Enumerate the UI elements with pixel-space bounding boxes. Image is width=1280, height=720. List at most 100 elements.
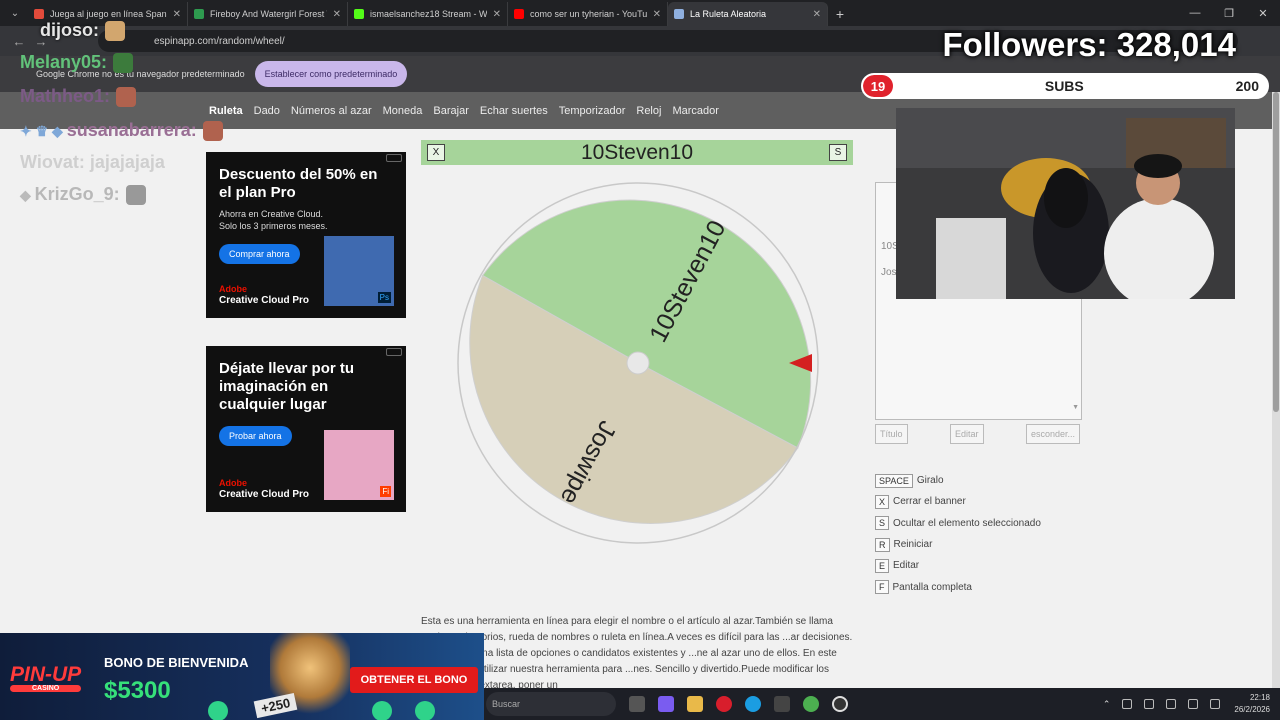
emote-icon (202, 121, 223, 142)
coin-icon (372, 701, 392, 720)
ad-banner-2[interactable]: Déjate llevar por tu imaginación en cual… (206, 346, 406, 512)
nav-numeros[interactable]: Números al azar (291, 105, 372, 117)
store-icon[interactable] (774, 696, 790, 712)
shortcut-key: E (875, 558, 890, 573)
tab-search-chevron-icon[interactable]: ⌄ (4, 2, 26, 24)
chat-username: susanabarrera: (66, 120, 197, 140)
close-icon[interactable]: ✕ (333, 9, 341, 20)
tab-4[interactable]: como ser un tyherian - YouTube ✕ (508, 2, 668, 26)
shortcut-label: Reiniciar (893, 539, 933, 551)
file-explorer-icon[interactable] (687, 696, 703, 712)
volume-icon[interactable] (1188, 699, 1199, 709)
hide-selected-button[interactable]: S (829, 144, 847, 161)
nav-dado[interactable]: Dado (254, 105, 280, 117)
scroll-down-icon[interactable]: ▼ (1072, 404, 1079, 411)
nav-temporizador[interactable]: Temporizador (559, 105, 626, 117)
tab-3[interactable]: ismaelsanchez18 Stream - Watc ✕ (348, 2, 508, 26)
tray-chevron-icon[interactable]: ⌃ (1103, 699, 1111, 710)
system-tray: ⌃ 22:18 26/2/2026 (1103, 688, 1270, 720)
fresco-badge: Fi (380, 486, 391, 497)
scrollbar-thumb[interactable] (1273, 92, 1279, 412)
spin-wheel[interactable]: 10Steven10 Joswipe (457, 182, 819, 544)
windows-taskbar: Buscar ⌃ 22:18 26/2/2026 (484, 688, 1280, 720)
casino-ad-banner[interactable]: PIN-UP CASINO BONO DE BIENVENIDA $5300 +2… (0, 633, 484, 720)
clock[interactable]: 22:18 26/2/2026 (1234, 692, 1270, 716)
emote-icon (105, 21, 125, 42)
nav-barajar[interactable]: Barajar (433, 105, 468, 117)
coin-icon (208, 701, 228, 720)
ad-headline: Déjate llevar por tu imaginación en cual… (219, 360, 355, 413)
ad-brand-name: Creative Cloud Pro (219, 295, 310, 306)
ad-cta-button[interactable]: Probar ahora (219, 426, 292, 446)
badge-icons: ✦ ♛ ◆ (20, 123, 67, 139)
ad-choices-icon[interactable] (386, 154, 402, 162)
tab-strip: ⌄ Juega al juego en línea Spanish ✕ Fireb… (0, 0, 1280, 26)
ad-brand: Adobe Creative Cloud Pro (219, 478, 309, 500)
claim-bonus-button[interactable]: OBTENER EL BONO (350, 667, 478, 693)
shortcut-key: SPACE (875, 473, 913, 488)
emote-icon (113, 53, 134, 74)
subs-goal-bar: 19 SUBS 200 (861, 73, 1269, 99)
nav-ruleta[interactable]: Ruleta (209, 105, 243, 117)
close-icon[interactable]: ✕ (493, 9, 501, 20)
maximize-icon[interactable]: ❐ (1212, 0, 1246, 26)
casino-amount: $5300 (104, 677, 171, 704)
ad-choices-icon[interactable] (386, 348, 402, 356)
back-arrow-icon[interactable]: ← (8, 34, 30, 49)
page-scrollbar[interactable] (1272, 92, 1280, 688)
obs-icon[interactable] (832, 696, 848, 712)
ad-headline: Descuento del 50% en el plan Pro (219, 166, 378, 201)
wheel-title: 10Steven10 (580, 140, 694, 164)
shortcut-label: Ocultar el elemento seleccionado (893, 517, 1041, 529)
photoshop-badge: Ps (377, 292, 391, 303)
set-default-button[interactable]: Establecer como predeterminado (254, 61, 408, 87)
nav-echar-suertes[interactable]: Echar suertes (480, 105, 548, 117)
followers-counter: Followers: 328,014 (942, 26, 1236, 63)
network-icon[interactable] (1122, 699, 1133, 709)
chat-username: Mathheo1: (20, 86, 110, 106)
battery-icon[interactable] (1210, 699, 1221, 709)
opera-icon[interactable] (716, 696, 732, 712)
adobe-logo-text: Adobe (219, 284, 247, 294)
close-banner-button[interactable]: X (427, 144, 445, 161)
copilot-icon[interactable] (658, 696, 674, 712)
shortcut-key: F (875, 580, 889, 595)
casino-logo-text: PIN-UP (10, 663, 82, 686)
edge-icon[interactable] (745, 696, 761, 712)
window-close-icon[interactable]: ✕ (1246, 0, 1280, 26)
nav-reloj[interactable]: Reloj (636, 105, 661, 117)
tab-2[interactable]: Fireboy And Watergirl Forest Te ✕ (188, 2, 348, 26)
microphone-icon[interactable] (1144, 699, 1155, 709)
tool-description: Esta es una herramienta en línea para el… (421, 616, 853, 691)
pinup-logo: PIN-UP CASINO (10, 663, 82, 692)
shortcut-label: Pantalla completa (892, 581, 973, 593)
subs-current: 19 (863, 75, 893, 97)
shortcut-label: Cerrar el banner (893, 496, 966, 508)
new-tab-plus-icon[interactable]: + (828, 6, 852, 22)
emote-icon (116, 87, 136, 108)
close-icon[interactable]: ✕ (813, 9, 821, 20)
webcam-feed (896, 108, 1235, 299)
taskbar-search[interactable]: Buscar (486, 692, 616, 716)
nav-moneda[interactable]: Moneda (383, 105, 423, 117)
search-placeholder: Buscar (492, 699, 521, 709)
hide-button[interactable]: esconder... (1026, 424, 1081, 444)
nav-marcador[interactable]: Marcador (672, 105, 718, 117)
close-icon[interactable]: ✕ (653, 9, 661, 20)
title-button[interactable]: Título (875, 424, 908, 444)
favicon-icon (514, 9, 524, 19)
favicon-icon (34, 9, 44, 19)
display-icon[interactable] (1166, 699, 1177, 709)
ad-cta-button[interactable]: Comprar ahora (219, 244, 300, 264)
ad-banner-1[interactable]: Descuento del 50% en el plan Pro Ahorra … (206, 152, 406, 318)
task-view-icon[interactable] (629, 696, 645, 712)
favicon-icon (194, 9, 204, 19)
wheel-hub[interactable] (626, 351, 650, 375)
edit-button[interactable]: Editar (950, 424, 984, 444)
tab-5-active[interactable]: La Ruleta Aleatoria ✕ (668, 2, 828, 26)
chrome-icon[interactable] (803, 696, 819, 712)
tab-title: ismaelsanchez18 Stream - Watc (370, 9, 487, 19)
close-icon[interactable]: ✕ (173, 9, 181, 20)
minimize-icon[interactable]: — (1178, 0, 1212, 26)
clock-date: 26/2/2026 (1234, 705, 1270, 714)
